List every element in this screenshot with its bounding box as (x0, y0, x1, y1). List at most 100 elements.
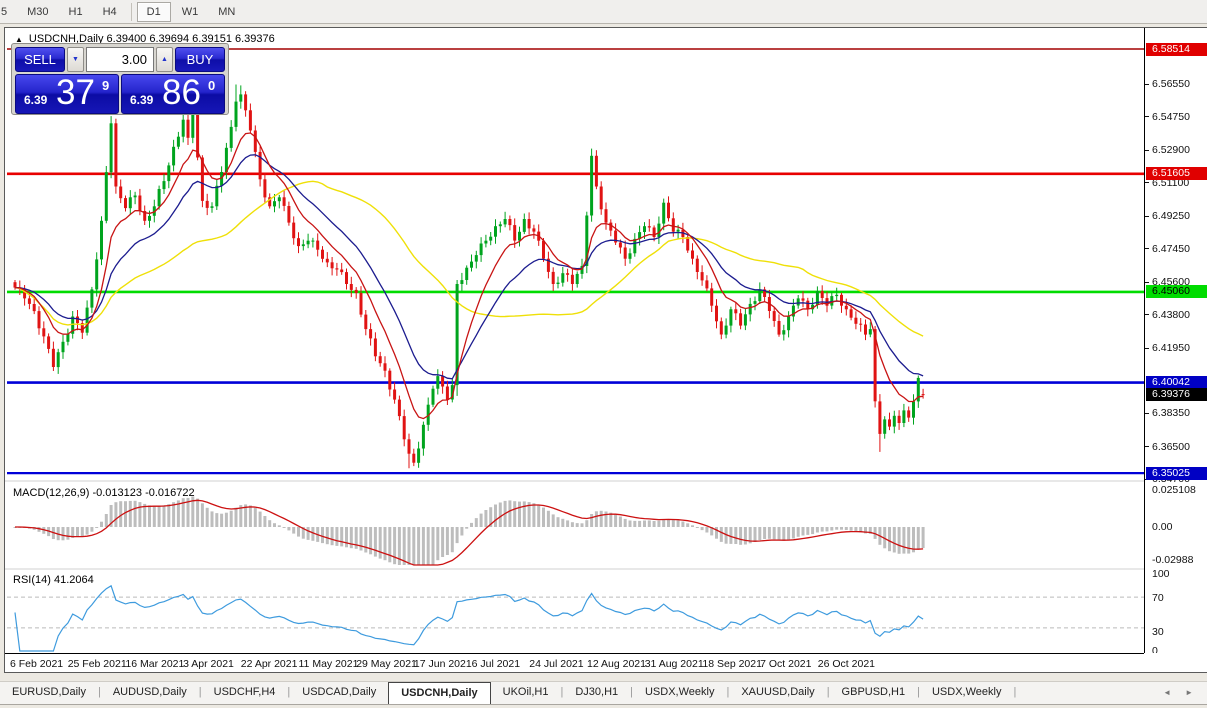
tab-separator: | (1013, 686, 1017, 698)
date-axis-label: 26 Oct 2021 (817, 658, 876, 670)
ma-slow-yellow (14, 180, 924, 337)
buy-price-main: 86 (162, 73, 201, 112)
sell-price-panel[interactable]: 6.39 37 9 (15, 73, 119, 114)
macd-axis-label: -0.02988 (1152, 554, 1194, 566)
rsi-indicator-label: RSI(14) 41.2064 (13, 574, 94, 586)
timeframe-button-w1[interactable]: W1 (173, 3, 208, 21)
price-tick-label: 6.38350 (1152, 407, 1190, 420)
date-axis-label: 3 Apr 2021 (183, 658, 234, 670)
one-click-trade-widget: SELL ▼ ▲ BUY 6.39 37 9 6.39 86 0 (11, 43, 229, 115)
date-axis[interactable]: 6 Feb 2021 25 Feb 2021 16 Mar 2021 3 Apr 20… (5, 653, 1144, 672)
price-tick-mark (1145, 149, 1149, 151)
date-axis-label: 25 Feb 2021 (67, 658, 127, 670)
price-tick-mark (1145, 116, 1149, 118)
chart-tab-eurusd-daily[interactable]: EURUSD,Daily (0, 682, 98, 704)
date-axis-label: 6 Jul 2021 (471, 658, 521, 670)
level-price-badge: 6.45060 (1146, 285, 1207, 299)
price-tick-label: 6.41950 (1152, 342, 1190, 355)
price-tick-mark (1145, 412, 1149, 414)
price-tick-label: 6.54750 (1152, 110, 1190, 123)
trading-terminal: 5 M30 H1 H4 D1 W1 MN ▲ USDCNH,Daily 6.39400 6.… (0, 0, 1207, 708)
timeframe-button-m30[interactable]: M30 (18, 3, 57, 21)
chart-tab-usdx-weekly[interactable]: USDX,Weekly (633, 682, 726, 704)
price-tick-mark (1145, 248, 1149, 250)
chart-tab-dj30-h1[interactable]: DJ30,H1 (563, 682, 630, 704)
level-price-badge: 6.58514 (1146, 42, 1207, 56)
chart-tab-bar: EURUSD,Daily | AUDUSD,Daily | USDCHF,H4 | USDC… (0, 681, 1207, 705)
timeframe-button-h1[interactable]: H1 (60, 3, 92, 21)
macd-axis-label: 0.025108 (1152, 484, 1196, 496)
price-tick-mark (1145, 83, 1149, 85)
buy-price-pip: 0 (208, 78, 216, 93)
chart-window: ▲ USDCNH,Daily 6.39400 6.39694 6.39151 6… (4, 27, 1207, 673)
macd-axis-label: 0.00 (1152, 521, 1173, 533)
price-axis[interactable]: 6.56550 6.54750 6.52900 6.51100 6.49250 6.474… (1144, 28, 1207, 653)
rsi-axis-label: 70 (1152, 592, 1164, 604)
price-tick-mark (1145, 215, 1149, 217)
price-tick-mark (1145, 182, 1149, 184)
timeframe-button-d1[interactable]: D1 (136, 1, 171, 22)
date-axis-label: 17 Jun 2021 (413, 658, 472, 670)
timeframe-button-h4[interactable]: H4 (94, 3, 126, 21)
price-tick-mark (1145, 314, 1149, 316)
sell-price-main: 37 (56, 73, 95, 112)
date-axis-label: 31 Aug 2021 (644, 658, 704, 670)
rsi-plot[interactable] (7, 571, 1144, 653)
chart-tab-usdx-weekly[interactable]: USDX,Weekly (920, 682, 1013, 704)
level-price-badge: 6.51605 (1146, 167, 1207, 181)
chart-tab-usdcnh-daily[interactable]: USDCNH,Daily (388, 682, 491, 704)
ma-mid-blue (14, 154, 924, 380)
chart-tab-usdchf-h4[interactable]: USDCHF,H4 (202, 682, 288, 704)
date-axis-label: 18 Sep 2021 (702, 658, 762, 670)
volume-increase-button[interactable]: ▲ (156, 47, 173, 72)
timeframe-button-mn[interactable]: MN (209, 3, 244, 21)
timeframe-button-5[interactable]: 5 (0, 3, 16, 21)
level-price-badge: 6.35025 (1146, 466, 1207, 480)
price-tick-mark (1145, 347, 1149, 349)
price-tick-label: 6.49250 (1152, 210, 1190, 223)
price-tick-label: 6.56550 (1152, 78, 1190, 91)
rsi-line (14, 584, 924, 652)
date-axis-label: 29 May 2021 (356, 658, 417, 670)
tab-scroll-left-icon[interactable]: ◄ (1163, 688, 1171, 704)
toolbar-separator (130, 2, 132, 21)
date-axis-label: 12 Aug 2021 (587, 658, 646, 670)
chart-tab-xauusd-daily[interactable]: XAUUSD,Daily (729, 682, 826, 704)
panel-splitter[interactable] (5, 480, 1144, 482)
rsi-axis-label: 100 (1152, 568, 1170, 580)
date-axis-label: 24 Jul 2021 (529, 658, 584, 670)
date-axis-label: 11 May 2021 (298, 658, 359, 670)
timeframe-toolbar: 5 M30 H1 H4 D1 W1 MN (0, 0, 1207, 24)
date-axis-label: 7 Oct 2021 (760, 658, 812, 670)
buy-price-prefix: 6.39 (130, 93, 154, 107)
macd-signal-line (15, 499, 924, 566)
sell-button[interactable]: SELL (15, 47, 65, 72)
price-tick-mark (1145, 281, 1149, 283)
panel-splitter[interactable] (5, 568, 1144, 570)
chart-tab-gbpusd-h1[interactable]: GBPUSD,H1 (830, 682, 918, 704)
volume-decrease-button[interactable]: ▼ (67, 47, 84, 72)
price-tick-label: 6.43800 (1152, 308, 1190, 321)
current-price-badge: 6.39376 (1146, 388, 1207, 402)
macd-indicator-label: MACD(12,26,9) -0.013123 -0.016722 (13, 487, 195, 499)
volume-input[interactable] (86, 47, 154, 72)
buy-price-panel[interactable]: 6.39 86 0 (121, 73, 225, 114)
tab-scroll-right-icon[interactable]: ► (1185, 688, 1193, 704)
sell-price-prefix: 6.39 (24, 93, 48, 107)
price-tick-label: 6.47450 (1152, 242, 1190, 255)
chart-tab-usdcad-daily[interactable]: USDCAD,Daily (290, 682, 388, 704)
buy-button[interactable]: BUY (175, 47, 225, 72)
chart-tab-ukoil-h1[interactable]: UKOil,H1 (491, 682, 561, 704)
date-axis-label: 16 Mar 2021 (125, 658, 185, 670)
date-axis-label: 6 Feb 2021 (10, 658, 64, 670)
ma-fast-red (14, 132, 924, 420)
date-axis-label: 22 Apr 2021 (240, 658, 298, 670)
price-tick-label: 6.52900 (1152, 144, 1190, 157)
price-tick-mark (1145, 446, 1149, 447)
rsi-axis-label: 0 (1152, 645, 1158, 653)
chart-tab-audusd-daily[interactable]: AUDUSD,Daily (101, 682, 199, 704)
rsi-axis-label: 30 (1152, 626, 1164, 638)
price-tick-label: 6.36500 (1152, 440, 1190, 453)
status-strip (0, 673, 1207, 681)
sell-price-pip: 9 (102, 78, 110, 93)
